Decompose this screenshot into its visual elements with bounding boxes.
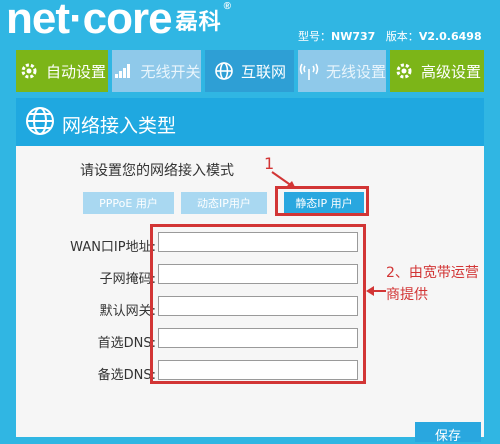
nav-internet-label: 互联网 (240, 62, 286, 81)
model-label: 型号： (298, 30, 331, 43)
gateway-label: 默认网关: (99, 304, 156, 319)
primary-dns-label: 首选DNS: (97, 336, 156, 351)
nav-wifi-switch[interactable]: 无线开关 (112, 50, 201, 92)
globe-icon (24, 105, 56, 137)
nav-wifi-settings[interactable]: 无线设置 (298, 50, 386, 92)
nav-internet[interactable]: 互联网 (205, 50, 294, 92)
annotation-box-fields (150, 224, 366, 384)
dynamic-ip-mode-button[interactable]: 动态IP用户 (181, 192, 267, 214)
subnet-mask-label: 子网掩码: (99, 272, 156, 287)
panel-title: 网络接入类型 (62, 115, 177, 137)
mode-prompt: 请设置您的网络接入模式 (80, 163, 234, 179)
logo-text: net·core (6, 0, 173, 43)
registered-icon: ® (223, 1, 231, 12)
nav-advanced-settings[interactable]: 高级设置 (390, 50, 484, 92)
annotation-text-isp: 2、由宽带运营商提供 (386, 265, 479, 303)
annotation-arrow-2 (366, 286, 386, 296)
nav-advanced-label: 高级设置 (420, 62, 481, 81)
save-button[interactable]: 保存 (415, 422, 481, 444)
gear-icon (18, 60, 40, 82)
pppoe-mode-button[interactable]: PPPoE 用户 (83, 192, 174, 214)
version-label: 版本： (385, 30, 419, 43)
nav-wifi-switch-label: 无线开关 (140, 62, 201, 81)
nav-auto-setup-label: 自动设置 (45, 62, 106, 81)
logo-cn: 磊科 (175, 9, 222, 34)
antenna-icon (298, 60, 320, 82)
nav-wifi-settings-label: 无线设置 (325, 62, 386, 81)
version-value: V2.0.6498 (418, 30, 482, 43)
netcore-logo: net·core 磊科® (6, 0, 231, 43)
annotation-arrow-1 (271, 171, 296, 189)
model-value: NW737 (331, 30, 376, 43)
signal-bars-icon (112, 60, 134, 82)
model-info: 型号：NW737 版本：V2.0.6498 (298, 28, 482, 44)
gear-icon (393, 60, 415, 82)
secondary-dns-label: 备选DNS: (97, 368, 156, 383)
nav-auto-setup[interactable]: 自动设置 (16, 50, 108, 92)
globe-icon (213, 60, 235, 82)
wan-ip-label: WAN口IP地址: (70, 240, 156, 255)
